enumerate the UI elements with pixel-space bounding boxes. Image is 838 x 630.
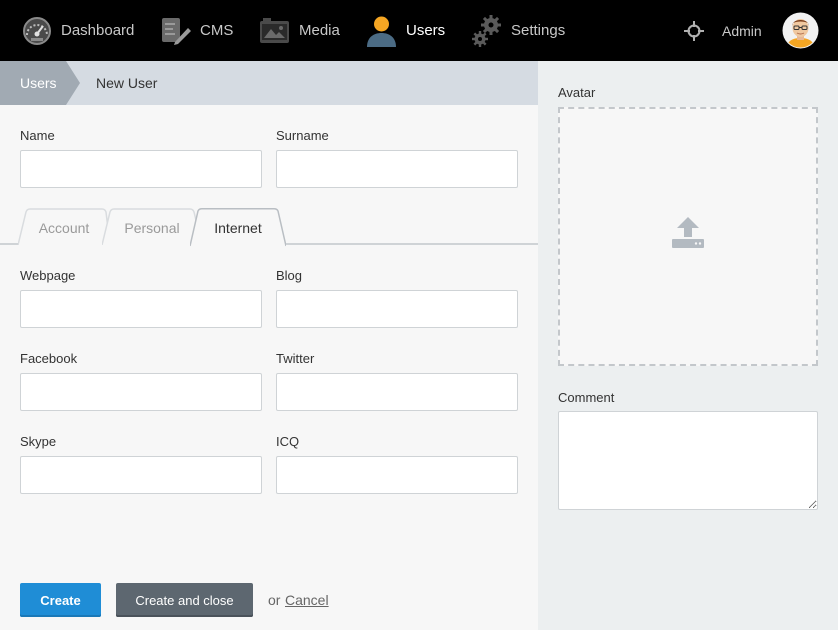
breadcrumb: Users New User (0, 61, 538, 105)
top-navigation-bar: Dashboard CMS Media Users Settings Admin (0, 0, 838, 61)
twitter-input[interactable] (276, 373, 518, 411)
tab-personal-label: Personal (124, 220, 180, 236)
nav-item-dashboard[interactable]: Dashboard (22, 0, 134, 61)
gauge-icon (22, 16, 52, 46)
comment-textarea[interactable] (558, 411, 818, 510)
name-input[interactable] (20, 150, 262, 188)
breadcrumb-users[interactable]: Users (0, 61, 80, 105)
surname-input[interactable] (276, 150, 518, 188)
tab-personal[interactable]: Personal (102, 208, 202, 245)
create-and-close-button[interactable]: Create and close (116, 583, 253, 617)
nav-label-media: Media (299, 22, 340, 39)
twitter-label: Twitter (276, 351, 315, 366)
cancel-link[interactable]: Cancel (285, 592, 329, 608)
avatar-label: Avatar (558, 85, 596, 100)
avatar[interactable] (782, 0, 819, 61)
blog-input[interactable] (276, 290, 518, 328)
nav-label-cms: CMS (200, 22, 234, 39)
icq-input[interactable] (276, 456, 518, 494)
user-name: Admin (722, 22, 762, 39)
tab-account[interactable]: Account (18, 208, 110, 245)
icq-label: ICQ (276, 434, 300, 449)
breadcrumb-users-label: Users (20, 75, 57, 91)
crosshair-button[interactable] (684, 0, 704, 61)
nav-label-users: Users (406, 22, 446, 39)
tab-internet[interactable]: Internet (190, 208, 286, 247)
skype-input[interactable] (20, 456, 262, 494)
name-label: Name (20, 128, 55, 143)
nav-label-settings: Settings (511, 22, 566, 39)
blog-label: Blog (276, 268, 303, 283)
webpage-input[interactable] (20, 290, 262, 328)
user-form-panel: Users New User Name Surname Account Pers… (0, 61, 538, 630)
avatar-upload-dropzone[interactable] (558, 107, 818, 366)
user-sidebar-panel: Avatar Comment (538, 61, 838, 630)
or-text: or (268, 592, 281, 608)
nav-item-media[interactable]: Media (259, 0, 340, 61)
document-edit-icon (160, 16, 191, 46)
nav-item-settings[interactable]: Settings (472, 0, 565, 61)
tab-internet-label: Internet (214, 220, 262, 236)
photo-icon (259, 16, 290, 46)
gears-icon (472, 14, 502, 47)
profile-tabs: Account Personal Internet (0, 206, 538, 247)
nav-label-dashboard: Dashboard (61, 22, 135, 39)
breadcrumb-current: New User (96, 75, 158, 91)
skype-label: Skype (20, 434, 57, 449)
facebook-input[interactable] (20, 373, 262, 411)
facebook-label: Facebook (20, 351, 78, 366)
user-icon (366, 15, 397, 47)
tab-account-label: Account (38, 220, 90, 236)
create-button[interactable]: Create (20, 583, 101, 617)
surname-label: Surname (276, 128, 329, 143)
webpage-label: Webpage (20, 268, 76, 283)
comment-label: Comment (558, 390, 615, 405)
upload-icon (671, 216, 705, 251)
nav-item-users[interactable]: Users (366, 0, 445, 61)
crosshair-icon (684, 20, 704, 41)
user-menu[interactable]: Admin (722, 0, 762, 61)
nav-item-cms[interactable]: CMS (160, 0, 233, 61)
